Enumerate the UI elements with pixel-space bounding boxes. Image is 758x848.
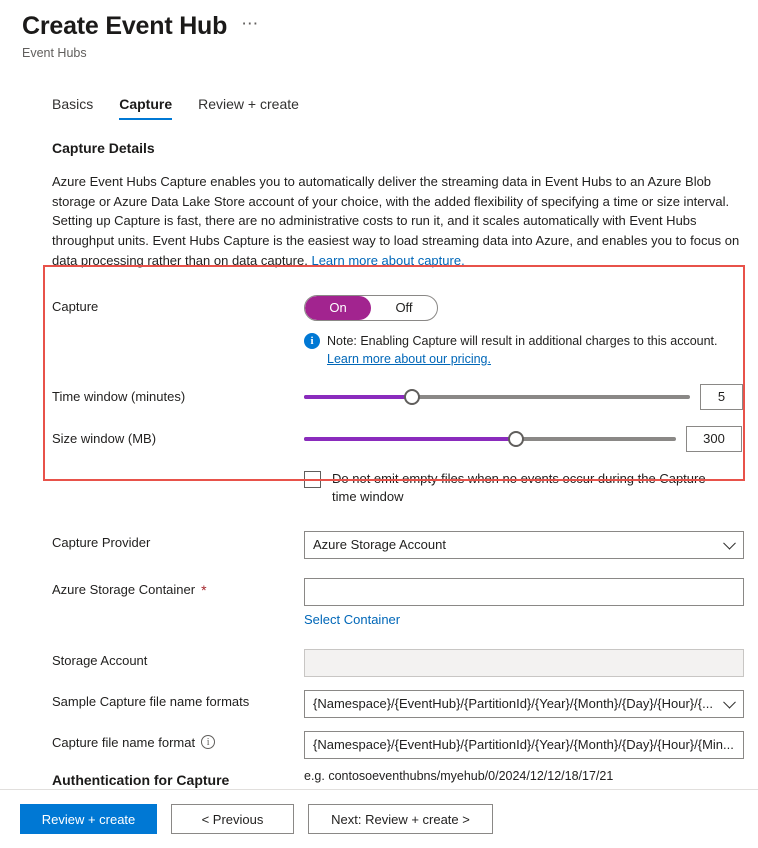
create-event-hub-page: Create Event Hub ⋯ Event Hubs Basics Cap… [0, 0, 758, 848]
authentication-heading: Authentication for Capture [52, 772, 230, 788]
capture-toggle-field: On Off i Note: Enabling Capture will res… [304, 294, 758, 368]
empty-files-row: Do not emit empty files when no events o… [52, 452, 758, 507]
note-text: Note: Enabling Capture will result in ad… [327, 333, 718, 348]
review-create-button[interactable]: Review + create [20, 804, 157, 834]
main-content: Capture Details Azure Event Hubs Capture… [0, 140, 758, 796]
time-window-row: Time window (minutes) 5 [52, 383, 758, 410]
size-window-slider[interactable] [304, 428, 676, 450]
capture-toggle-row: Capture On Off i Note: Enabling Capture … [52, 294, 758, 368]
toggle-option-off[interactable]: Off [371, 296, 437, 320]
storage-container-field: Select Container [304, 577, 758, 627]
required-asterisk: * [201, 581, 207, 598]
capture-file-format-value: {Namespace}/{EventHub}/{PartitionId}/{Ye… [313, 737, 734, 753]
capture-provider-field: Azure Storage Account [304, 530, 758, 559]
page-title: Create Event Hub [22, 12, 228, 40]
size-window-value[interactable]: 300 [686, 425, 742, 452]
size-window-row: Size window (MB) 300 [52, 425, 758, 452]
sample-formats-value: {Namespace}/{EventHub}/{PartitionId}/{Ye… [313, 696, 713, 712]
empty-files-checkbox-label[interactable]: Do not emit empty files when no events o… [332, 470, 714, 507]
sample-formats-row: Sample Capture file name formats {Namesp… [52, 689, 758, 718]
empty-files-spacer [52, 452, 304, 456]
size-window-track[interactable] [304, 430, 676, 447]
capture-provider-label: Capture Provider [52, 534, 151, 550]
previous-button[interactable]: < Previous [171, 804, 294, 834]
footer-action-bar: Review + create < Previous Next: Review … [0, 789, 758, 848]
capture-file-format-field: {Namespace}/{EventHub}/{PartitionId}/{Ye… [304, 730, 758, 796]
tab-basics[interactable]: Basics [52, 96, 93, 120]
capture-details-heading: Capture Details [52, 139, 155, 156]
learn-more-capture-link[interactable]: Learn more about capture. [311, 253, 464, 268]
size-window-thumb[interactable] [508, 430, 525, 447]
time-window-track[interactable] [304, 388, 690, 405]
chevron-down-icon [723, 695, 736, 709]
capture-file-format-label-text: Capture file name format [52, 734, 196, 750]
more-options-icon[interactable]: ⋯ [241, 15, 260, 38]
capture-file-format-example: e.g. contosoeventhubns/myehub/0/2024/12/… [304, 768, 614, 783]
capture-file-format-label: Capture file name format i [52, 731, 304, 750]
toggle-option-on[interactable]: On [305, 295, 371, 320]
time-window-value[interactable]: 5 [700, 383, 743, 410]
empty-files-checkbox-row: Do not emit empty files when no events o… [304, 470, 758, 507]
capture-provider-select[interactable]: Azure Storage Account [304, 530, 744, 559]
storage-container-input[interactable] [304, 577, 744, 606]
sample-formats-select[interactable]: {Namespace}/{EventHub}/{PartitionId}/{Ye… [304, 689, 744, 718]
size-window-label: Size window (MB) [52, 431, 157, 447]
storage-account-row: Storage Account [52, 648, 758, 677]
storage-container-row: Azure Storage Container * Select Contain… [52, 577, 758, 627]
time-window-fill [304, 394, 413, 399]
sample-formats-label: Sample Capture file name formats [52, 693, 250, 709]
capture-toggle[interactable]: On Off [304, 294, 438, 321]
page-header: Create Event Hub ⋯ Event Hubs [0, 0, 758, 60]
storage-account-field [304, 648, 758, 677]
time-window-label: Time window (minutes) [52, 389, 186, 405]
size-window-fill [304, 436, 517, 441]
breadcrumb: Event Hubs [22, 45, 87, 60]
title-row: Create Event Hub ⋯ [22, 12, 758, 41]
storage-account-label: Storage Account [52, 652, 148, 668]
note-text-block: Note: Enabling Capture will result in ad… [327, 332, 718, 368]
tab-bar: Basics Capture Review + create [0, 96, 758, 120]
tab-capture[interactable]: Capture [119, 96, 172, 120]
capture-provider-value: Azure Storage Account [313, 537, 446, 553]
next-review-create-button[interactable]: Next: Review + create > [308, 804, 493, 834]
empty-files-checkbox[interactable] [304, 470, 321, 488]
sample-formats-field: {Namespace}/{EventHub}/{PartitionId}/{Ye… [304, 689, 758, 718]
info-filled-icon: i [304, 332, 320, 349]
empty-files-field: Do not emit empty files when no events o… [304, 452, 758, 507]
storage-container-label-text: Azure Storage Container [52, 582, 196, 598]
capture-toggle-label: Capture [52, 298, 99, 314]
capture-details-description: Azure Event Hubs Capture enables you to … [52, 172, 744, 271]
chevron-down-icon [723, 536, 736, 550]
time-window-slider[interactable] [304, 386, 690, 408]
storage-container-label: Azure Storage Container * [52, 578, 304, 598]
select-container-row: Select Container [304, 612, 758, 627]
capture-provider-row: Capture Provider Azure Storage Account [52, 530, 758, 559]
storage-account-input [304, 648, 744, 677]
tab-review-create[interactable]: Review + create [198, 96, 299, 120]
capture-file-format-input[interactable]: {Namespace}/{EventHub}/{PartitionId}/{Ye… [304, 730, 744, 759]
time-window-thumb[interactable] [404, 388, 421, 405]
learn-more-pricing-link[interactable]: Learn more about our pricing. [327, 352, 491, 366]
info-outline-icon[interactable]: i [201, 735, 216, 750]
capture-note: i Note: Enabling Capture will result in … [304, 332, 758, 368]
select-container-link[interactable]: Select Container [304, 612, 400, 627]
